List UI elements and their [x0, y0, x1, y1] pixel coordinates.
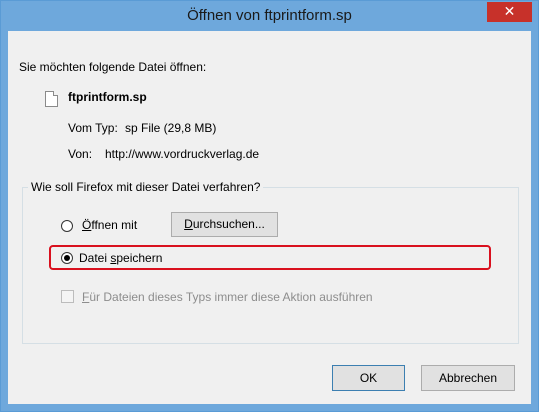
save-file-label[interactable]: Datei speichern [79, 251, 162, 265]
action-group-legend: Wie soll Firefox mit dieser Datei verfah… [28, 180, 264, 194]
dialog-body: Sie möchten folgende Datei öffnen: ftpri… [8, 31, 531, 404]
file-icon [45, 91, 58, 107]
save-file-radio[interactable] [61, 252, 73, 264]
ok-button[interactable]: OK [332, 365, 405, 391]
open-prompt: Sie möchten folgende Datei öffnen: [19, 60, 207, 74]
dialog-title: Öffnen von ftprintform.sp [187, 7, 352, 24]
title-bar[interactable]: Öffnen von ftprintform.sp ✕ [1, 1, 538, 31]
file-source-label: Von: [68, 147, 93, 161]
file-source-value: http://www.vordruckverlag.de [105, 147, 260, 161]
always-do-label: Für Dateien dieses Typs immer diese Akti… [82, 290, 373, 304]
dialog-window: Öffnen von ftprintform.sp ✕ Sie möchten … [0, 0, 539, 412]
browse-button[interactable]: Durchsuchen... [171, 212, 278, 237]
close-button[interactable]: ✕ [487, 2, 532, 22]
close-icon: ✕ [503, 4, 516, 20]
file-name: ftprintform.sp [68, 90, 147, 104]
open-with-radio[interactable] [61, 220, 73, 232]
always-do-checkbox[interactable] [61, 290, 74, 303]
file-type-value: sp File (29,8 MB) [125, 121, 217, 135]
open-with-label[interactable]: Öffnen mit [82, 218, 137, 232]
cancel-button[interactable]: Abbrechen [421, 365, 515, 391]
file-type-label: Vom Typ: [68, 121, 118, 135]
